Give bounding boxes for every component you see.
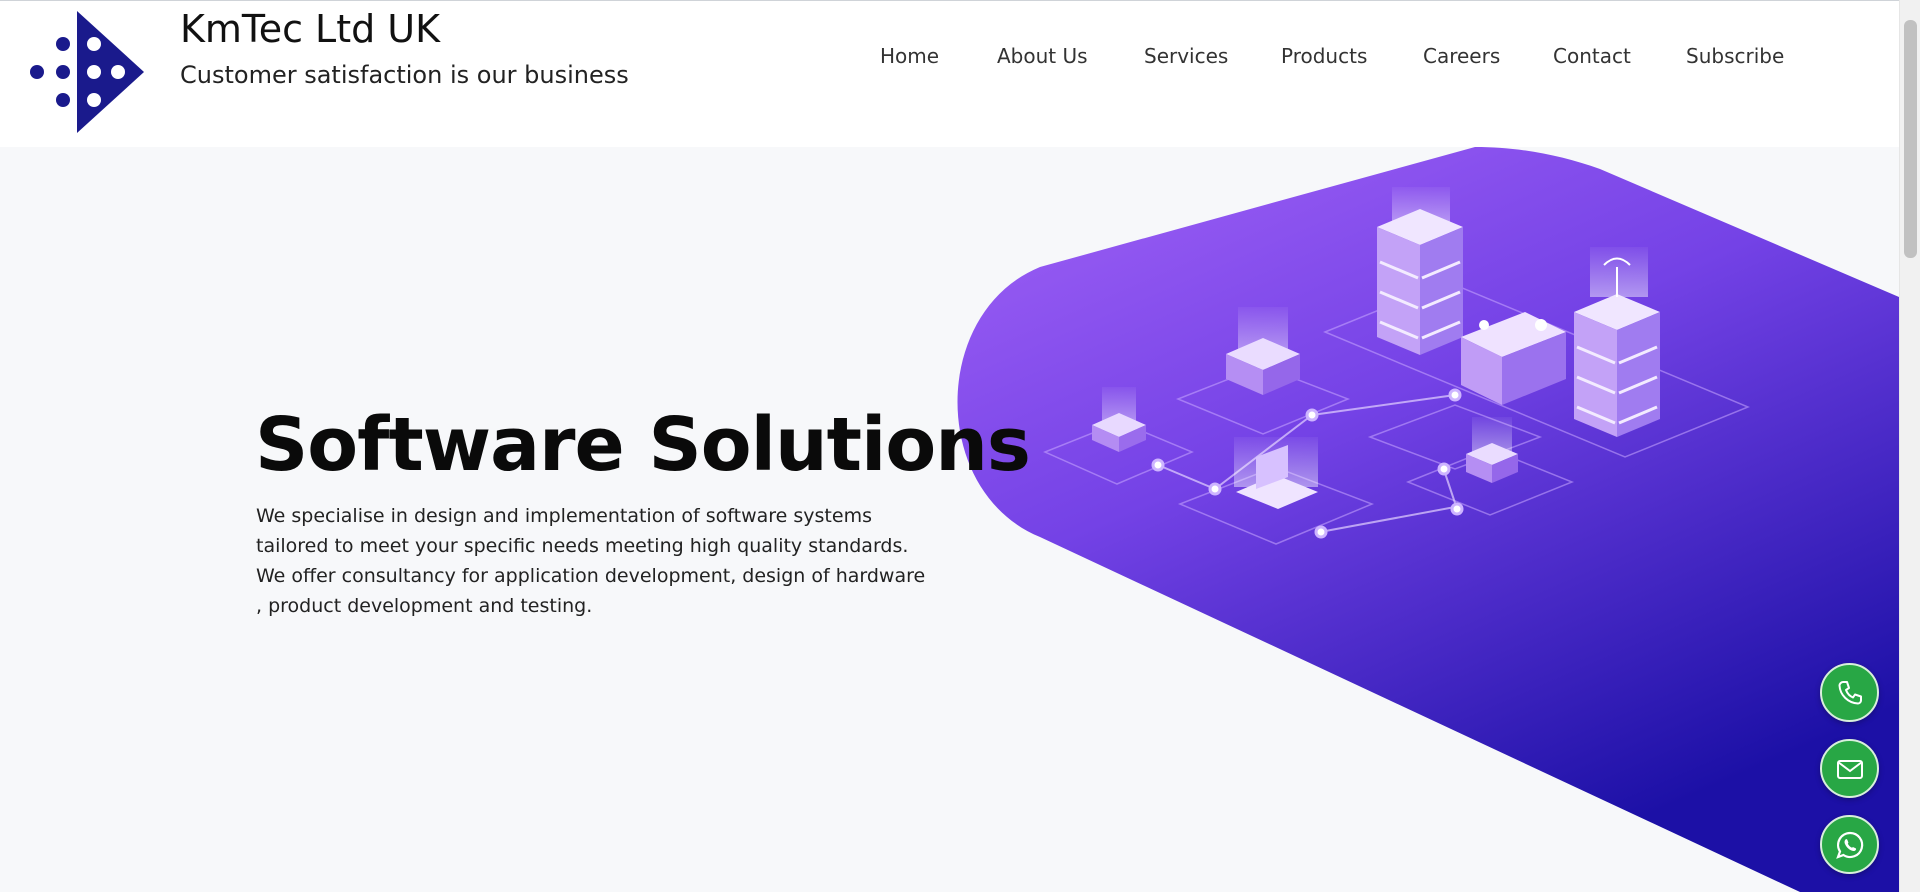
nav-contact[interactable]: Contact	[1553, 39, 1631, 73]
kmtec-logo-icon[interactable]	[26, 11, 146, 133]
phone-icon	[1838, 680, 1862, 704]
nav-services[interactable]: Services	[1144, 39, 1228, 73]
email-button[interactable]	[1820, 739, 1879, 798]
site-header: KmTec Ltd UK Customer satisfaction is ou…	[0, 1, 1899, 147]
nav-home[interactable]: Home	[880, 39, 939, 73]
whatsapp-button[interactable]	[1820, 815, 1879, 874]
mail-icon	[1836, 759, 1863, 779]
whatsapp-icon	[1835, 831, 1863, 859]
hero-section: Software Solutions We specialise in desi…	[0, 147, 1899, 892]
vertical-scrollbar[interactable]	[1899, 0, 1920, 892]
nav-careers[interactable]: Careers	[1423, 39, 1500, 73]
brand-tagline: Customer satisfaction is our business	[180, 61, 629, 89]
hero-title: Software Solutions	[255, 402, 1031, 488]
scrollbar-thumb[interactable]	[1904, 20, 1917, 258]
nav-products[interactable]: Products	[1281, 39, 1367, 73]
hero-description: We specialise in design and implementati…	[256, 505, 926, 617]
nav-about-us[interactable]: About Us	[997, 39, 1088, 73]
phone-button[interactable]	[1820, 663, 1879, 722]
nav-subscribe[interactable]: Subscribe	[1686, 39, 1784, 73]
brand-name[interactable]: KmTec Ltd UK	[180, 5, 440, 53]
